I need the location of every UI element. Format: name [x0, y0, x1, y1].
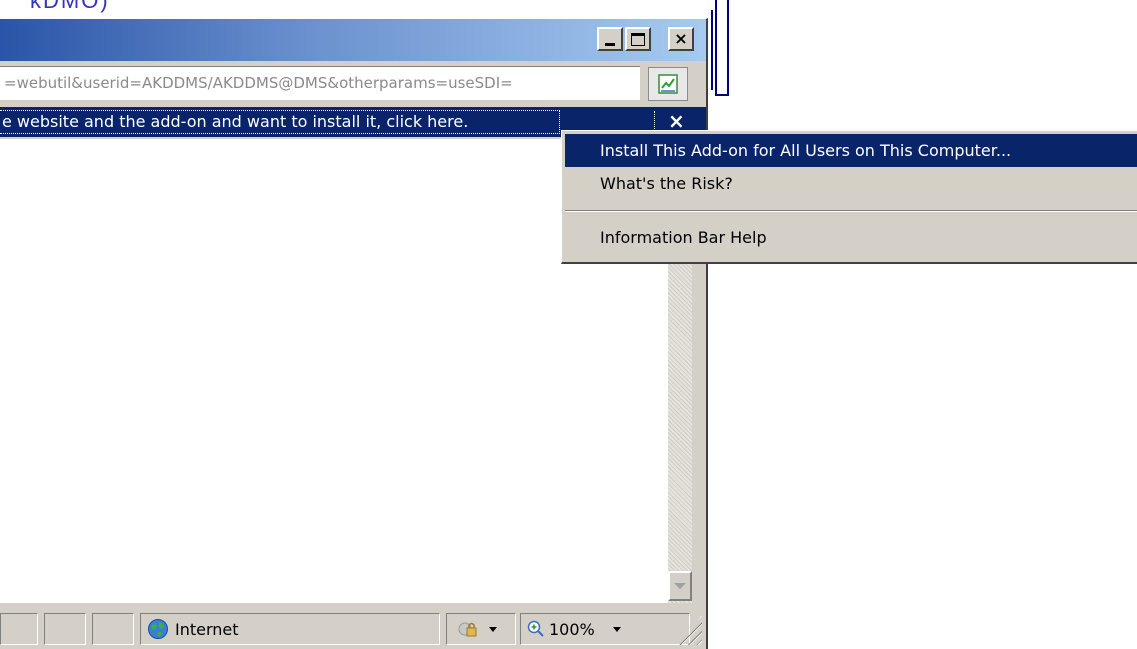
- arrow-down-icon: [674, 583, 686, 589]
- go-button[interactable]: [648, 67, 688, 101]
- chevron-down-icon: [489, 626, 497, 632]
- go-icon: [658, 74, 678, 94]
- zoom-icon: [527, 620, 544, 637]
- chevron-down-icon: [612, 626, 621, 632]
- minimize-button[interactable]: [597, 27, 623, 51]
- zoom-control[interactable]: 100%: [520, 613, 690, 645]
- zoom-level: 100%: [549, 619, 595, 639]
- status-cell: [0, 613, 38, 645]
- information-bar-message[interactable]: e website and the add-on and want to ins…: [0, 110, 560, 134]
- security-zone-label: Internet: [175, 619, 239, 639]
- background-window-frame: [715, 0, 729, 96]
- maximize-icon: [631, 32, 645, 46]
- lock-icon: [458, 622, 477, 637]
- maximize-button[interactable]: [625, 27, 651, 51]
- status-cell: [44, 613, 86, 645]
- menu-item-install-all-users[interactable]: Install This Add-on for All Users on Thi…: [565, 134, 1137, 167]
- address-input[interactable]: =webutil&userid=AKDDMS/AKDDMS@DMS&otherp…: [0, 66, 640, 100]
- minimize-icon: [605, 42, 615, 46]
- globe-icon: [148, 619, 168, 639]
- browser-window: × =webutil&userid=AKDDMS/AKDDMS@DMS&othe…: [0, 18, 708, 649]
- status-bar: Internet 100%: [0, 605, 706, 649]
- scroll-down-button[interactable]: [668, 571, 692, 601]
- protected-mode-button[interactable]: [446, 613, 516, 645]
- context-menu: Install This Add-on for All Users on Thi…: [561, 130, 1137, 264]
- close-button[interactable]: ×: [668, 27, 694, 51]
- address-bar: =webutil&userid=AKDDMS/AKDDMS@DMS&otherp…: [0, 63, 706, 105]
- title-bar[interactable]: ×: [0, 19, 706, 61]
- menu-separator: [565, 210, 1137, 212]
- security-zone[interactable]: Internet: [140, 613, 440, 645]
- menu-item-whats-the-risk[interactable]: What's the Risk?: [565, 167, 1137, 200]
- background-window-text: kDMO): [30, 0, 110, 13]
- menu-item-information-bar-help[interactable]: Information Bar Help: [565, 221, 1137, 254]
- status-cell: [92, 613, 134, 645]
- close-icon: ×: [674, 29, 688, 48]
